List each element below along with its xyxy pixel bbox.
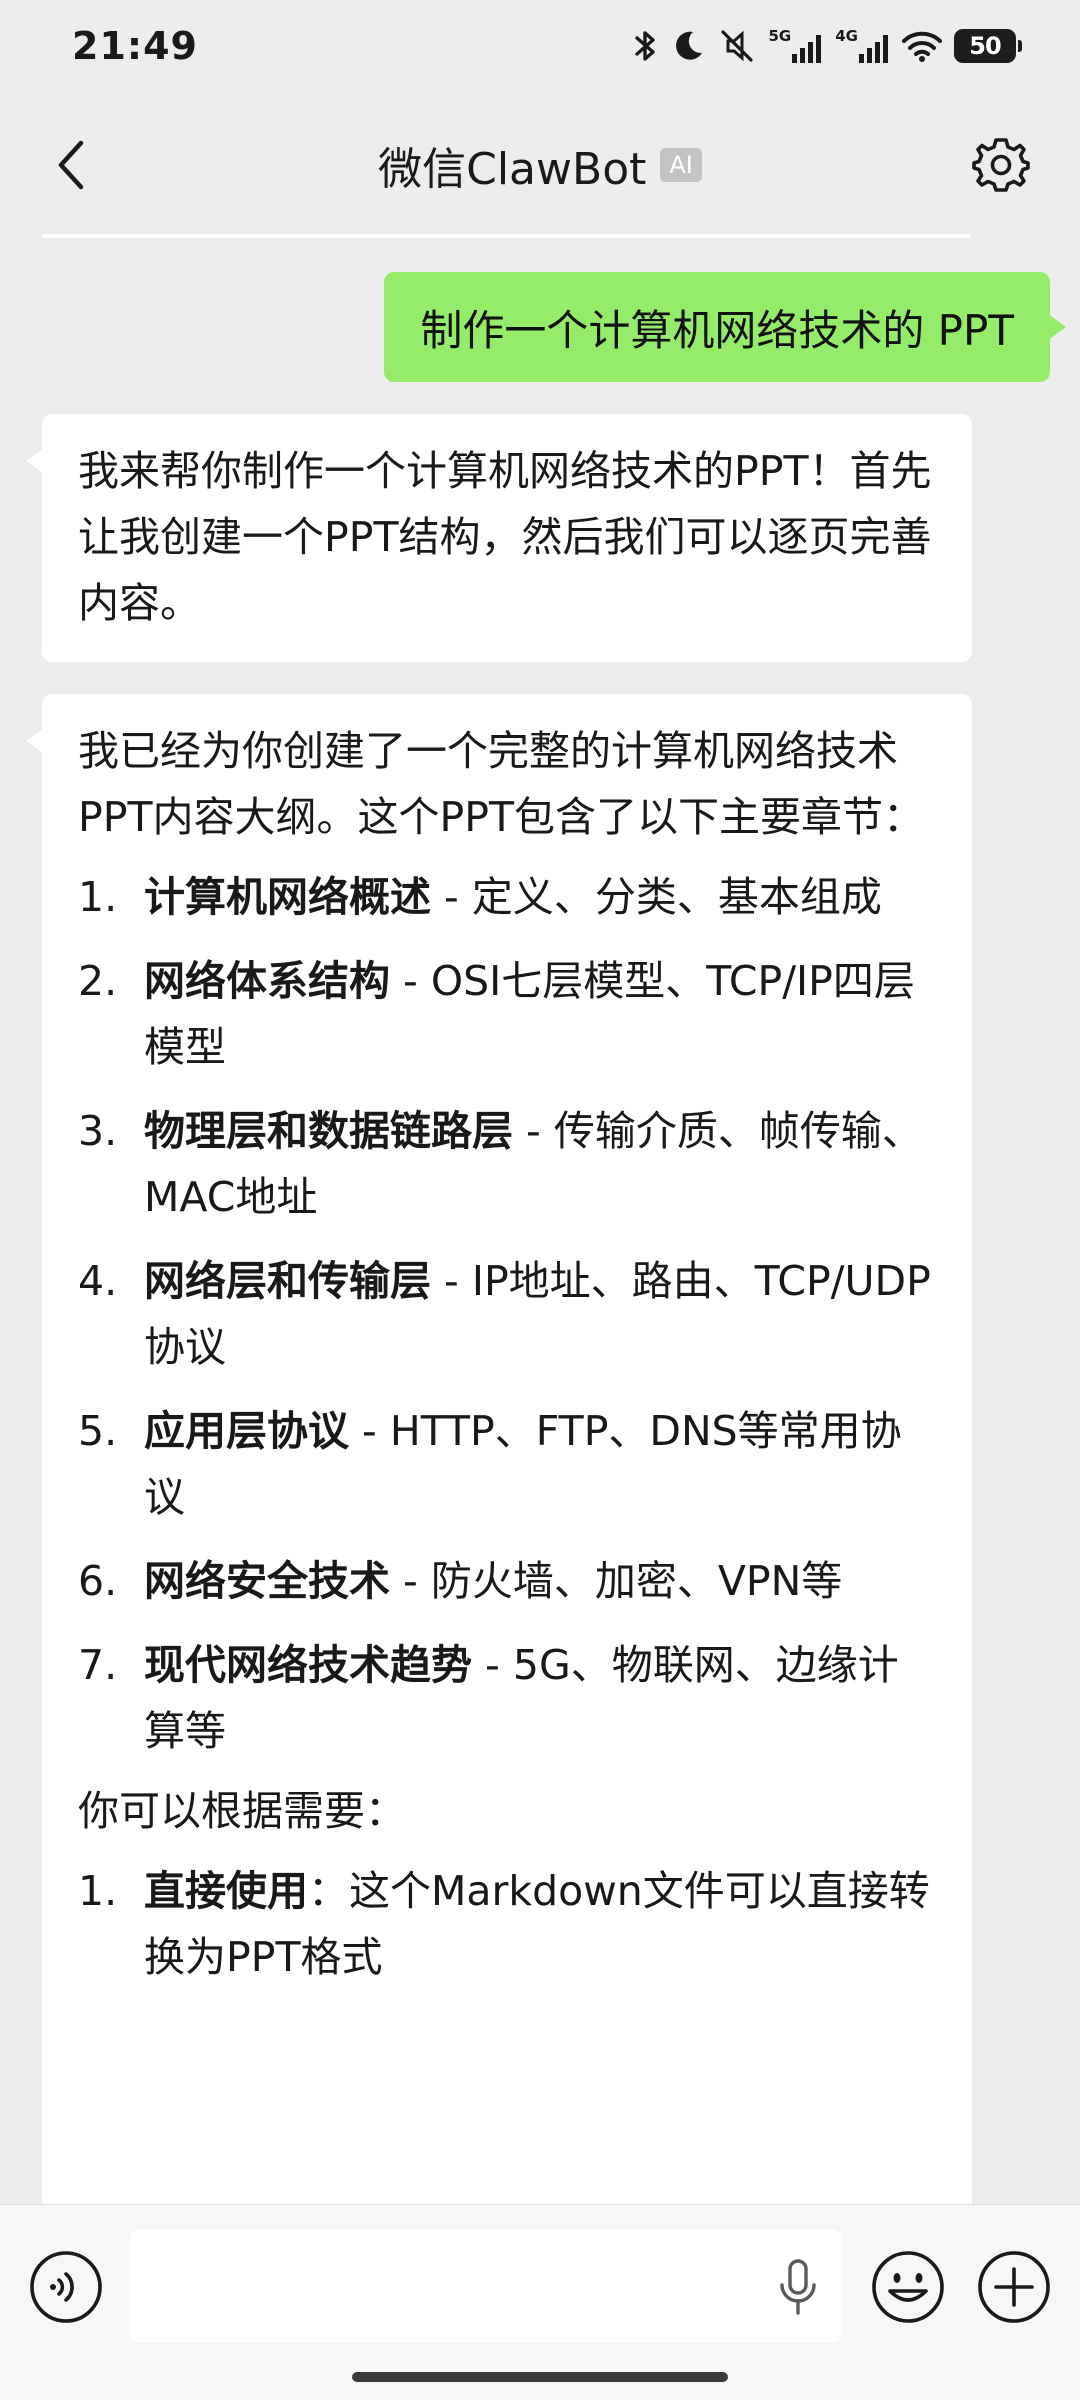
input-bar xyxy=(0,2204,1080,2400)
settings-gear-icon xyxy=(972,138,1030,192)
bluetooth-icon xyxy=(634,31,655,61)
chapter-desc: - 定义、分类、基本组成 xyxy=(431,873,882,921)
microphone-icon[interactable] xyxy=(778,2259,818,2315)
chapter-title: 现代网络技术趋势 xyxy=(144,1641,472,1689)
list-number: 6. xyxy=(78,1557,118,1605)
back-button[interactable] xyxy=(38,132,104,198)
list-item: 4. 网络层和传输层 - IP地址、路由、TCP/UDP协议 xyxy=(78,1248,934,1380)
chapter-desc: - 防火墙、加密、VPN等 xyxy=(390,1557,843,1605)
chapter-title: 应用层协议 xyxy=(144,1407,349,1455)
outline-intro: 我已经为你创建了一个完整的计算机网络技术PPT内容大纲。这个PPT包含了以下主要… xyxy=(78,727,924,841)
signal-icon xyxy=(859,34,888,63)
list-item: 1. 计算机网络概述 - 定义、分类、基本组成 xyxy=(78,864,934,930)
net2-label: 4G xyxy=(835,26,858,45)
bot-message[interactable]: 我来帮你制作一个计算机网络技术的PPT！首先让我创建一个PPT结构，然后我们可以… xyxy=(26,414,972,662)
emoji-icon[interactable] xyxy=(870,2249,946,2325)
user-message[interactable]: 制作一个计算机网络技术的 PPT xyxy=(384,272,1066,382)
bot-message[interactable]: 我已经为你创建了一个完整的计算机网络技术PPT内容大纲。这个PPT包含了以下主要… xyxy=(26,694,972,2204)
list-number: 1. xyxy=(78,1867,118,1915)
ai-badge: AI xyxy=(660,148,702,182)
chat-header: 微信ClawBot AI xyxy=(0,92,1080,238)
chapter-title: 网络体系结构 xyxy=(144,957,390,1005)
battery-level: 50 xyxy=(969,32,1001,60)
list-item: 1. 直接使用：这个Markdown文件可以直接转换为PPT格式 xyxy=(78,1858,934,1990)
message-input[interactable] xyxy=(130,2229,842,2343)
moon-icon xyxy=(675,31,702,60)
status-time: 21:49 xyxy=(72,24,198,68)
list-item: 7. 现代网络技术趋势 - 5G、物联网、边缘计算等 xyxy=(78,1632,934,1764)
list-item: 5. 应用层协议 - HTTP、FTP、DNS等常用协议 xyxy=(78,1398,934,1530)
signal-5g: 5G xyxy=(768,26,824,64)
chapter-title: 网络安全技术 xyxy=(144,1557,390,1605)
status-bar: 21:49 5G 4G 50 xyxy=(0,0,1080,92)
chapter-title: 计算机网络概述 xyxy=(144,873,431,921)
wifi-icon xyxy=(902,31,942,62)
options-intro: 你可以根据需要： xyxy=(78,1787,406,1835)
voice-icon[interactable] xyxy=(28,2249,104,2325)
list-number: 5. xyxy=(78,1407,118,1455)
title-group: 微信ClawBot AI xyxy=(378,133,702,197)
signal-4g: 4G xyxy=(835,26,890,64)
list-item: 2. 网络体系结构 - OSI七层模型、TCP/IP四层模型 xyxy=(78,948,934,1080)
plus-icon[interactable] xyxy=(976,2249,1052,2325)
list-number: 7. xyxy=(78,1641,118,1689)
chat-area[interactable]: 制作一个计算机网络技术的 PPT 我来帮你制作一个计算机网络技术的PPT！首先让… xyxy=(0,238,1080,2204)
list-item: 3. 物理层和数据链路层 - 传输介质、帧传输、MAC地址 xyxy=(78,1098,934,1230)
list-item: 6. 网络安全技术 - 防火墙、加密、VPN等 xyxy=(78,1548,934,1614)
chapter-title: 物理层和数据链路层 xyxy=(144,1107,513,1155)
list-number: 1. xyxy=(78,873,118,921)
settings-button[interactable] xyxy=(966,130,1036,200)
list-number: 4. xyxy=(78,1257,118,1305)
list-number: 3. xyxy=(78,1107,118,1155)
option-title: 直接使用 xyxy=(144,1867,308,1915)
list-number: 2. xyxy=(78,957,118,1005)
battery-icon: 50 xyxy=(954,29,1022,63)
net1-label: 5G xyxy=(768,26,792,45)
chat-title: 微信ClawBot xyxy=(378,144,647,195)
home-indicator[interactable] xyxy=(352,2372,728,2382)
mute-icon xyxy=(720,30,753,62)
options-list: 1. 直接使用：这个Markdown文件可以直接转换为PPT格式 xyxy=(78,1858,934,1990)
signal-icon xyxy=(792,34,822,63)
back-arrow-icon xyxy=(58,140,84,190)
status-icons: 5G 4G 50 xyxy=(633,26,1022,64)
chapter-title: 网络层和传输层 xyxy=(144,1257,431,1305)
bot-message-text: 我来帮你制作一个计算机网络技术的PPT！首先让我创建一个PPT结构，然后我们可以… xyxy=(78,447,932,627)
chapter-list: 1. 计算机网络概述 - 定义、分类、基本组成 2. 网络体系结构 - OSI七… xyxy=(78,864,934,1764)
